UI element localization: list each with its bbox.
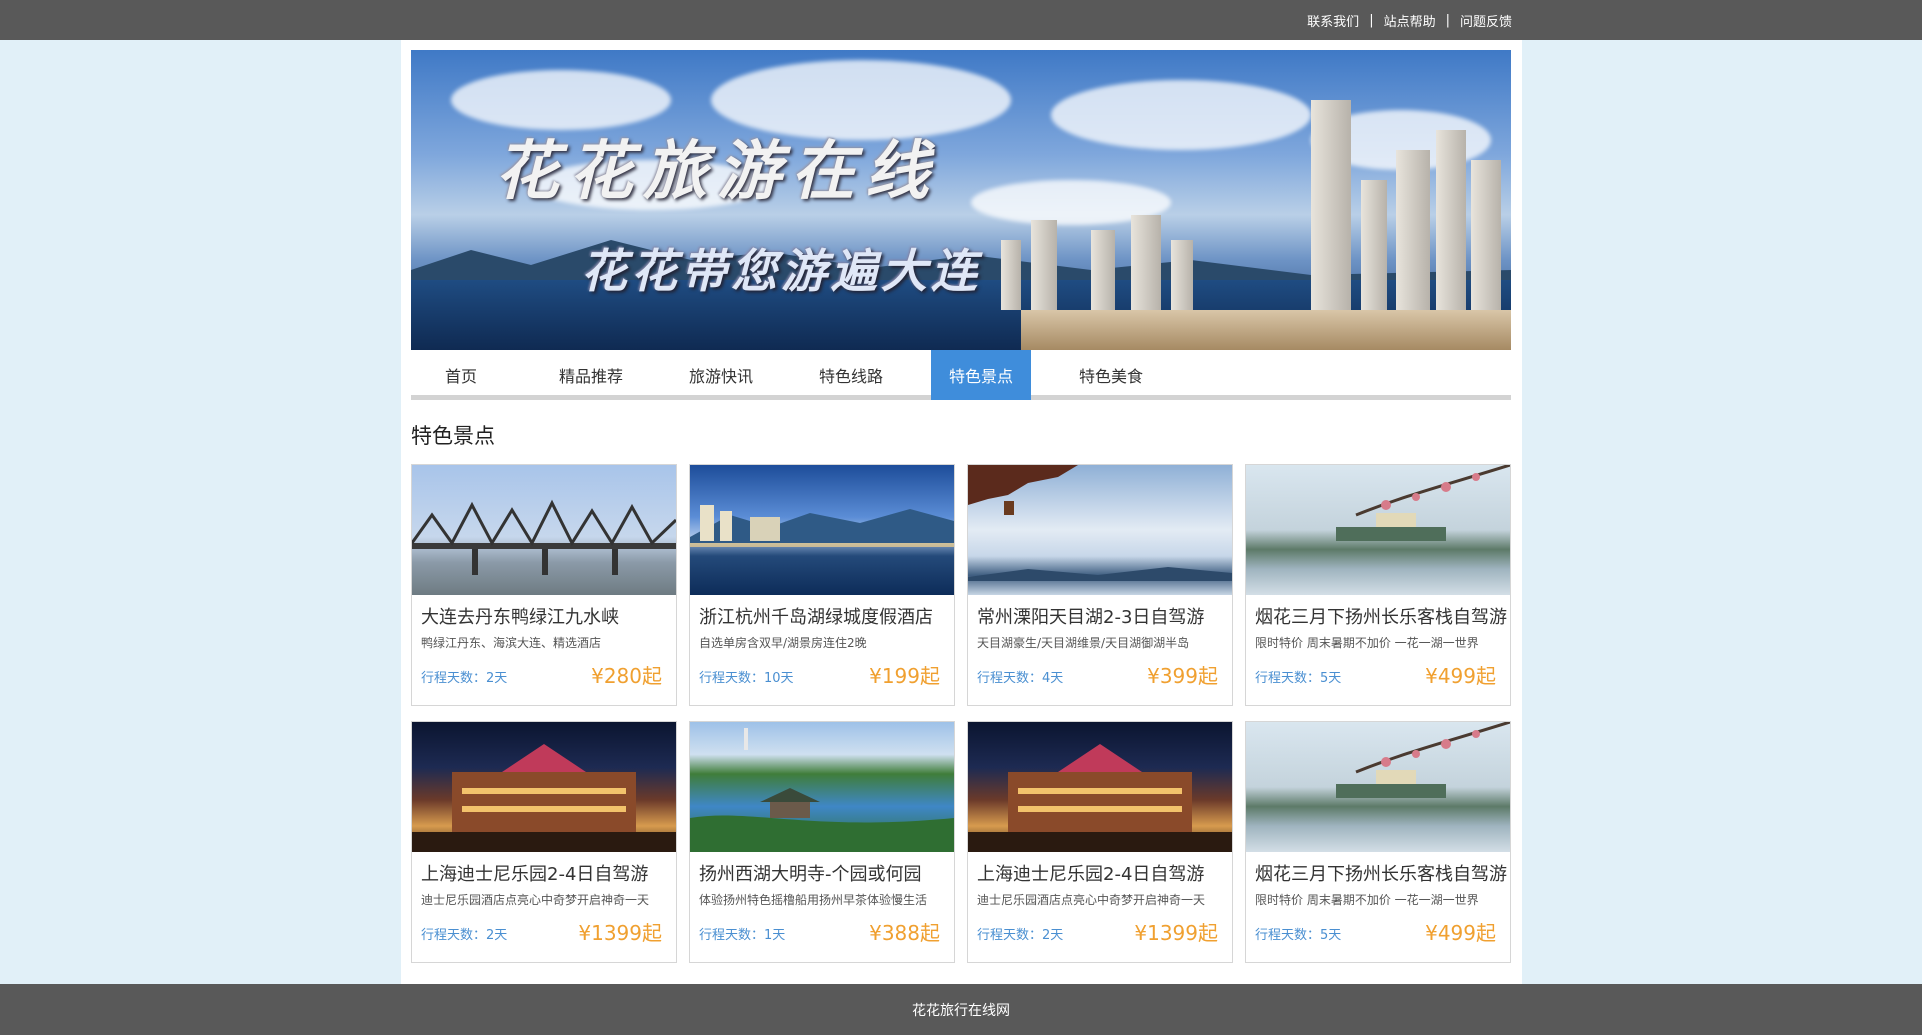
separator: | — [1445, 12, 1450, 28]
building-shape — [1031, 220, 1057, 310]
building-shape — [1091, 230, 1115, 310]
feedback-link[interactable]: 问题反馈 — [1460, 11, 1512, 30]
card-title: 常州溧阳天目湖2-3日自驾游 — [977, 607, 1205, 628]
attraction-photo — [1246, 722, 1510, 852]
pavilion-illustration — [968, 465, 1232, 581]
attraction-photo — [690, 465, 954, 595]
cloud-shape — [1051, 80, 1311, 150]
card-price: ¥1399起 — [1134, 921, 1218, 945]
building-shape — [1171, 240, 1193, 310]
card-title: 烟花三月下扬州长乐客栈自驾游 — [1255, 607, 1507, 628]
blossom-illustration — [1336, 465, 1510, 541]
nav-item-routes[interactable]: 特色线路 — [801, 350, 901, 400]
building-shape — [1471, 160, 1501, 310]
attraction-card[interactable]: 大连去丹东鸭绿江九水峡 鸭绿江丹东、海滨大连、精选酒店 行程天数：2天 ¥280… — [411, 464, 677, 706]
blossom-illustration — [1336, 722, 1510, 798]
nav-item-recommended[interactable]: 精品推荐 — [541, 350, 641, 400]
attraction-card[interactable]: 上海迪士尼乐园2-4日自驾游 迪士尼乐园酒店点亮心中奇梦开启神奇一天 行程天数：… — [967, 721, 1233, 963]
site-help-link[interactable]: 站点帮助 — [1384, 11, 1436, 30]
card-description: 迪士尼乐园酒店点亮心中奇梦开启神奇一天 — [421, 893, 650, 907]
garden-illustration — [690, 728, 954, 852]
building-shape — [1396, 150, 1430, 310]
attraction-photo — [968, 722, 1232, 852]
nav-item-attractions[interactable]: 特色景点 — [931, 350, 1031, 400]
card-description: 限时特价 周末暑期不加价 一花一湖一世界 — [1255, 636, 1479, 650]
building-shape — [1131, 215, 1161, 310]
card-description: 天目湖豪生/天目湖维景/天目湖御湖半岛 — [977, 636, 1190, 650]
separator: | — [1369, 12, 1374, 28]
banner-image: 花花旅游在线 花花带您游遍大连 — [411, 50, 1511, 350]
attraction-photo — [690, 722, 954, 852]
nav-item-food[interactable]: 特色美食 — [1061, 350, 1161, 400]
attraction-photo — [968, 465, 1232, 595]
bridge-illustration — [412, 499, 676, 575]
main-nav: 首页 精品推荐 旅游快讯 特色线路 特色景点 特色美食 — [411, 350, 1511, 400]
top-links: 联系我们 | 站点帮助 | 问题反馈 — [1307, 0, 1512, 40]
attraction-photo — [1246, 465, 1510, 595]
card-title: 烟花三月下扬州长乐客栈自驾游 — [1255, 864, 1507, 885]
card-title: 上海迪士尼乐园2-4日自驾游 — [977, 864, 1205, 885]
card-description: 迪士尼乐园酒店点亮心中奇梦开启神奇一天 — [977, 893, 1206, 907]
card-price: ¥499起 — [1425, 921, 1496, 945]
card-title: 大连去丹东鸭绿江九水峡 — [421, 607, 619, 628]
card-price: ¥199起 — [869, 664, 940, 688]
attraction-card[interactable]: 上海迪士尼乐园2-4日自驾游 迪士尼乐园酒店点亮心中奇梦开启神奇一天 行程天数：… — [411, 721, 677, 963]
attraction-card[interactable]: 浙江杭州千岛湖绿城度假酒店 自选单房含双早/湖景房连住2晚 行程天数：10天 ¥… — [689, 464, 955, 706]
building-shape — [1311, 100, 1351, 310]
castle-illustration — [968, 744, 1232, 852]
card-title: 浙江杭州千岛湖绿城度假酒店 — [699, 607, 933, 628]
card-days: 行程天数：5天 — [1255, 928, 1342, 943]
attraction-card[interactable]: 常州溧阳天目湖2-3日自驾游 天目湖豪生/天目湖维景/天目湖御湖半岛 行程天数：… — [967, 464, 1233, 706]
card-days: 行程天数：4天 — [977, 671, 1064, 686]
card-description: 自选单房含双早/湖景房连住2晚 — [699, 636, 867, 650]
card-days: 行程天数：5天 — [1255, 671, 1342, 686]
nav-item-home[interactable]: 首页 — [411, 350, 511, 400]
pier-shape — [1021, 310, 1511, 350]
card-price: ¥399起 — [1147, 664, 1218, 688]
card-title: 扬州西湖大明寺-个园或何园 — [699, 864, 922, 885]
attraction-card[interactable]: 烟花三月下扬州长乐客栈自驾游 限时特价 周末暑期不加价 一花一湖一世界 行程天数… — [1245, 721, 1511, 963]
footer: 花花旅行在线网 — [0, 984, 1922, 1035]
card-price: ¥388起 — [869, 921, 940, 945]
card-description: 限时特价 周末暑期不加价 一花一湖一世界 — [1255, 893, 1479, 907]
footer-text: 花花旅行在线网 — [912, 1002, 1010, 1019]
building-shape — [1436, 130, 1466, 310]
section-title: 特色景点 — [411, 424, 495, 448]
card-description: 体验扬州特色摇橹船用扬州早茶体验慢生活 — [699, 893, 928, 907]
card-price: ¥499起 — [1425, 664, 1496, 688]
card-price: ¥1399起 — [578, 921, 662, 945]
card-days: 行程天数：1天 — [699, 928, 786, 943]
attraction-card[interactable]: 扬州西湖大明寺-个园或何园 体验扬州特色摇橹船用扬州早茶体验慢生活 行程天数：1… — [689, 721, 955, 963]
main-container: 花花旅游在线 花花带您游遍大连 首页 精品推荐 旅游快讯 特色线路 特色景点 特… — [401, 40, 1522, 984]
nav-item-news[interactable]: 旅游快讯 — [671, 350, 771, 400]
card-title: 上海迪士尼乐园2-4日自驾游 — [421, 864, 649, 885]
card-days: 行程天数：2天 — [977, 928, 1064, 943]
banner-subtitle: 花花带您游遍大连 — [581, 244, 981, 298]
top-bar: 联系我们 | 站点帮助 | 问题反馈 — [0, 0, 1922, 40]
card-price: ¥280起 — [591, 664, 662, 688]
card-description: 鸭绿江丹东、海滨大连、精选酒店 — [421, 636, 602, 650]
banner-title: 花花旅游在线 — [495, 134, 939, 209]
attraction-photo — [412, 722, 676, 852]
contact-us-link[interactable]: 联系我们 — [1307, 11, 1359, 30]
card-days: 行程天数：10天 — [699, 671, 794, 686]
attraction-photo — [412, 465, 676, 595]
lake-illustration — [690, 505, 954, 547]
building-shape — [1361, 180, 1387, 310]
attraction-card[interactable]: 烟花三月下扬州长乐客栈自驾游 限时特价 周末暑期不加价 一花一湖一世界 行程天数… — [1245, 464, 1511, 706]
card-days: 行程天数：2天 — [421, 928, 508, 943]
card-days: 行程天数：2天 — [421, 671, 508, 686]
building-shape — [1001, 240, 1021, 310]
castle-illustration — [412, 744, 676, 852]
